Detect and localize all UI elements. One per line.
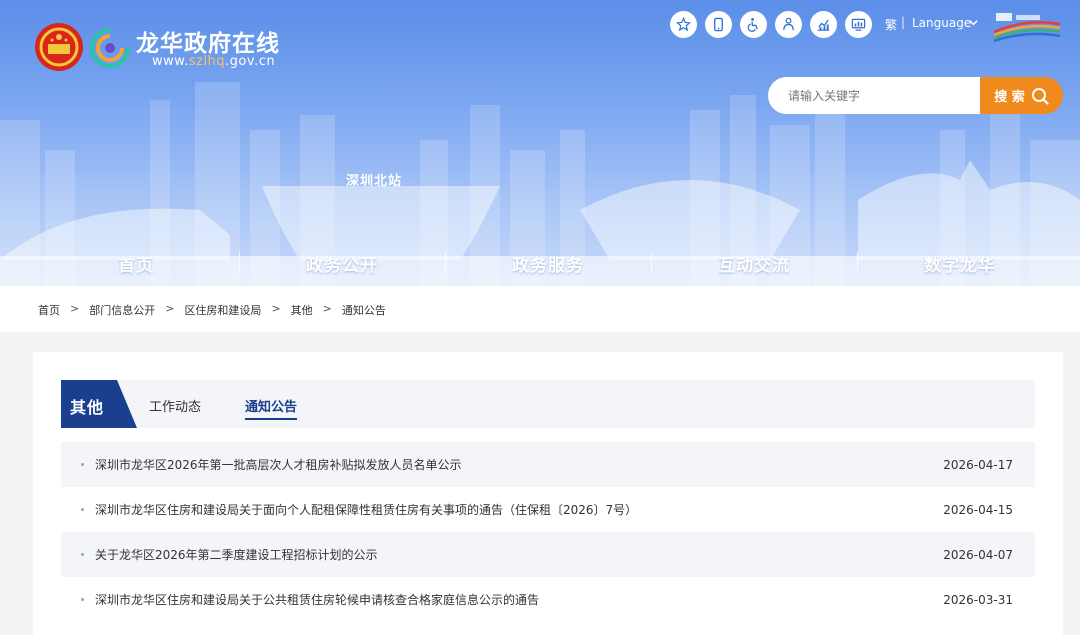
bullet-icon (81, 553, 84, 556)
breadcrumb-separator: > (271, 302, 281, 315)
breadcrumb-separator: > (165, 302, 175, 315)
search-box (768, 77, 982, 114)
star-icon[interactable] (670, 11, 697, 38)
list-item-date: 2026-03-31 (943, 592, 1013, 607)
section-label: 其他 (70, 398, 105, 417)
nav-item-gov-affairs[interactable]: 政务公开 (239, 246, 445, 280)
breadcrumb-separator: > (70, 302, 80, 315)
list-item-date: 2026-04-17 (943, 457, 1013, 472)
tab-notices[interactable]: 通知公告 (245, 396, 298, 420)
content-panel: 其他 工作动态 通知公告 深圳市龙华区2026年第一批高层次人才租房补贴拟发放人… (33, 352, 1063, 635)
site-url[interactable]: www.szlhq.gov.cn (152, 54, 275, 69)
nav-item-gov-services[interactable]: 政务服务 (445, 246, 651, 280)
list-item-title[interactable]: 深圳市龙华区2026年第一批高层次人才租房补贴拟发放人员名单公示 (95, 456, 462, 473)
longhua-logo-icon (90, 28, 130, 68)
tab-bar: 其他 工作动态 通知公告 (61, 380, 1035, 428)
header-banner: 深圳北站 龙华政府在线 www.szlhq.gov.cn 繁 | Languag… (0, 0, 1080, 286)
national-emblem-icon (35, 23, 83, 71)
shenzhen-brand-logo-icon (993, 13, 1061, 43)
chevron-down-icon[interactable] (968, 17, 979, 28)
site-title: 龙华政府在线 (136, 31, 280, 57)
list-item-title[interactable]: 深圳市龙华区住房和建设局关于面向个人配租保障性租赁住房有关事项的通告（住保租〔2… (95, 501, 637, 518)
breadcrumb-separator: > (322, 302, 332, 315)
list-item[interactable]: 关于龙华区2026年第二季度建设工程招标计划的公示 2026-04-07 (61, 532, 1035, 577)
accessibility-icon[interactable] (740, 11, 767, 38)
language-separator: | (901, 15, 906, 29)
bullet-icon (81, 598, 84, 601)
list-item-date: 2026-04-07 (943, 547, 1013, 562)
list-item-title[interactable]: 深圳市龙华区住房和建设局关于公共租赁住房轮候申请核查合格家庭信息公示的通告 (95, 591, 539, 608)
search-button[interactable]: 搜 索 (980, 77, 1063, 114)
breadcrumb-item-notices[interactable]: 通知公告 (342, 302, 386, 318)
bullet-icon (81, 508, 84, 511)
traditional-chinese-toggle[interactable]: 繁 (885, 16, 897, 33)
notice-list: 深圳市龙华区2026年第一批高层次人才租房补贴拟发放人员名单公示 2026-04… (61, 442, 1035, 622)
list-item-title[interactable]: 关于龙华区2026年第二季度建设工程招标计划的公示 (95, 546, 378, 563)
nav-item-digital-longhua[interactable]: 数字龙华 (857, 246, 1063, 280)
list-item[interactable]: 深圳市龙华区2026年第一批高层次人才租房补贴拟发放人员名单公示 2026-04… (61, 442, 1035, 487)
language-dropdown[interactable]: Language (912, 16, 971, 30)
breadcrumb: 首页 > 部门信息公开 > 区住房和建设局 > 其他 > 通知公告 (38, 302, 386, 318)
data-screen-icon[interactable] (845, 11, 872, 38)
toolbar-icons (670, 11, 872, 38)
nav-item-interaction[interactable]: 互动交流 (651, 246, 857, 280)
breadcrumb-item-housing-bureau[interactable]: 区住房和建设局 (184, 302, 261, 318)
search-input[interactable] (788, 77, 968, 114)
list-item-date: 2026-04-15 (943, 502, 1013, 517)
list-item[interactable]: 深圳市龙华区住房和建设局关于公共租赁住房轮候申请核查合格家庭信息公示的通告 20… (61, 577, 1035, 622)
breadcrumb-item-other[interactable]: 其他 (291, 302, 313, 318)
breadcrumb-item-dept-info[interactable]: 部门信息公开 (89, 302, 155, 318)
breadcrumb-bar: 首页 > 部门信息公开 > 区住房和建设局 > 其他 > 通知公告 (0, 286, 1080, 332)
search-icon (1031, 87, 1049, 105)
station-sign: 深圳北站 (346, 174, 403, 189)
tab-work-updates[interactable]: 工作动态 (149, 396, 201, 415)
breadcrumb-item-home[interactable]: 首页 (38, 302, 60, 318)
list-item[interactable]: 深圳市龙华区住房和建设局关于面向个人配租保障性租赁住房有关事项的通告（住保租〔2… (61, 487, 1035, 532)
elderly-icon[interactable] (775, 11, 802, 38)
bullet-icon (81, 463, 84, 466)
search-button-label: 搜 索 (994, 90, 1025, 105)
statistics-icon[interactable] (810, 11, 837, 38)
nav-item-home[interactable]: 首页 (33, 246, 239, 280)
main-nav: 首页 政务公开 政务服务 互动交流 数字龙华 (33, 246, 1063, 280)
mobile-icon[interactable] (705, 11, 732, 38)
